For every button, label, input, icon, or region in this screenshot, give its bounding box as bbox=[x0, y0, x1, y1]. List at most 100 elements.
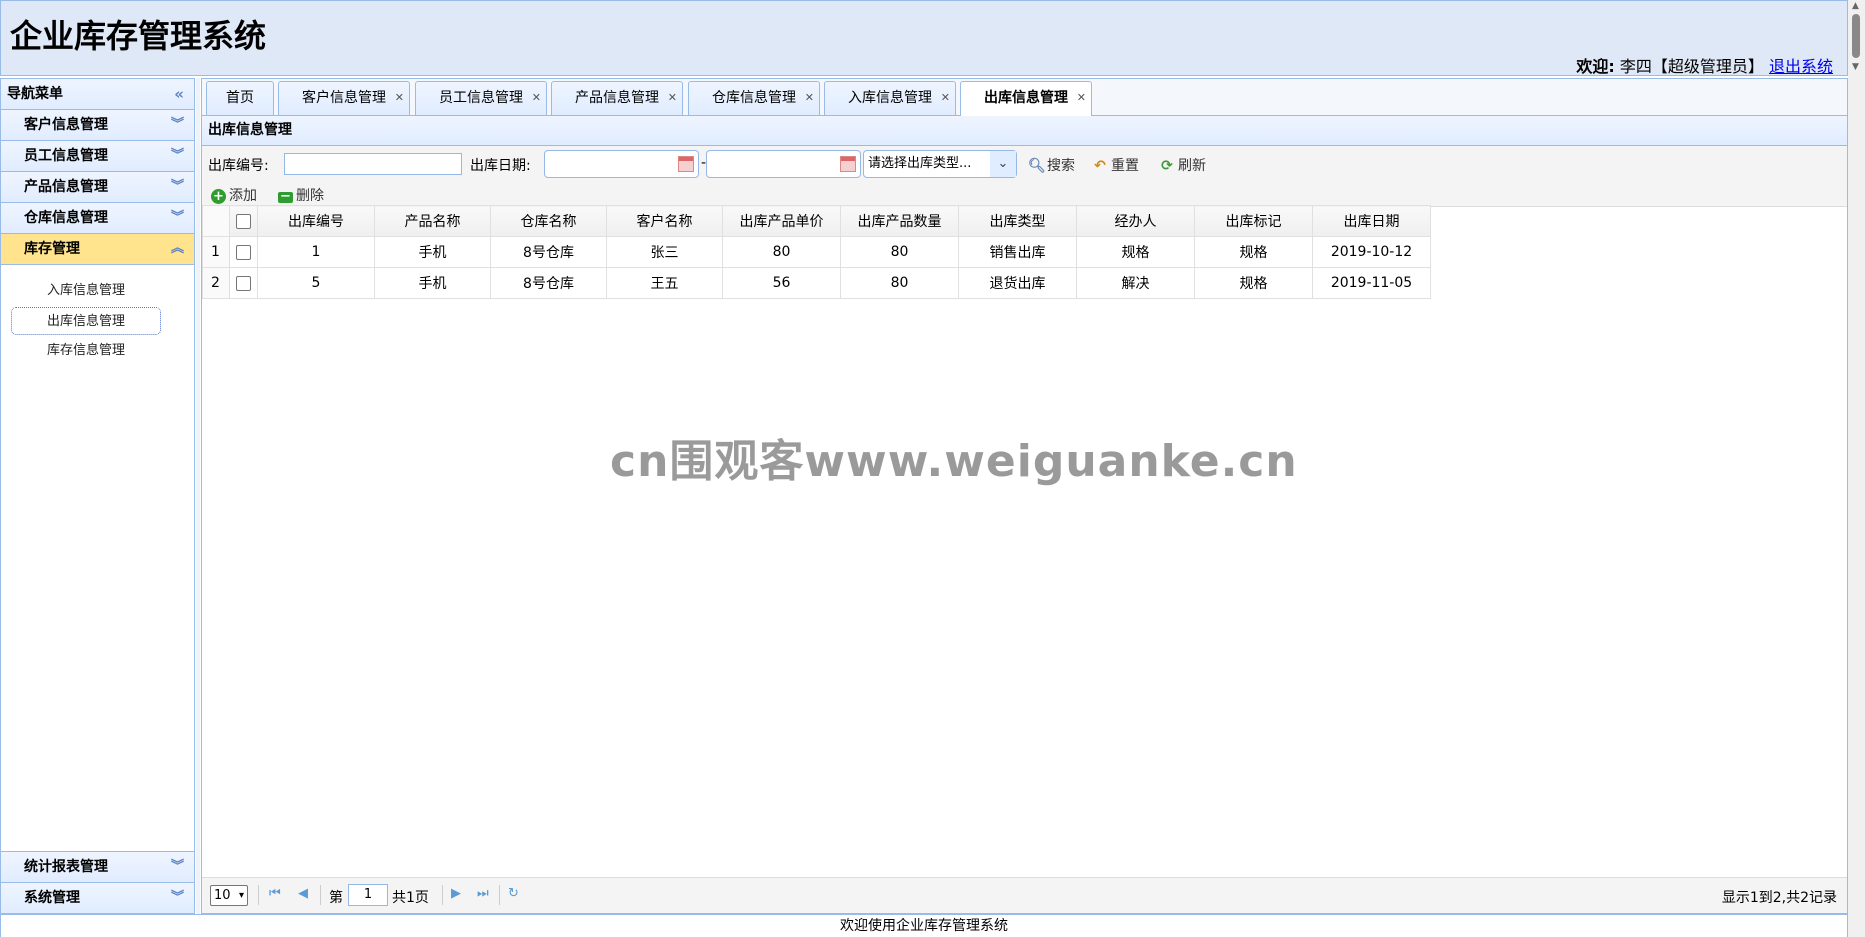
date-to-input[interactable] bbox=[706, 150, 861, 178]
select-all-checkbox[interactable] bbox=[236, 213, 251, 229]
table-cell: 80 bbox=[840, 267, 959, 299]
page-number-input[interactable]: 1 bbox=[348, 884, 388, 906]
inventory-submenu: 入库信息管理 出库信息管理 库存信息管理 bbox=[1, 265, 194, 365]
close-icon[interactable]: ✕ bbox=[668, 82, 677, 114]
sidebar-item-customer[interactable]: 客户信息管理 ︾ bbox=[1, 110, 194, 141]
row-checkbox[interactable] bbox=[236, 244, 251, 260]
outbound-type-select[interactable]: 请选择出库类型... ⌄ bbox=[863, 150, 1017, 178]
column-header[interactable]: 出库日期 bbox=[1312, 205, 1431, 237]
table-cell: 退货出库 bbox=[958, 267, 1077, 299]
chevron-down-icon[interactable]: ⌄ bbox=[990, 151, 1016, 177]
tab-warehouse[interactable]: 仓库信息管理 ✕ bbox=[688, 81, 820, 115]
tab-label: 产品信息管理 bbox=[575, 90, 659, 106]
tab-label: 仓库信息管理 bbox=[712, 90, 796, 106]
tab-label: 出库信息管理 bbox=[984, 90, 1068, 106]
column-header[interactable]: 产品名称 bbox=[374, 205, 491, 237]
row-number-header bbox=[202, 205, 230, 237]
tab-employee[interactable]: 员工信息管理 ✕ bbox=[415, 81, 547, 115]
refresh-button[interactable]: ⟳ 刷新 bbox=[1159, 155, 1206, 175]
column-header[interactable]: 经办人 bbox=[1076, 205, 1195, 237]
add-icon: + bbox=[211, 189, 226, 204]
app-header: 企业库存管理系统 欢迎: 李四【超级管理员】 退出系统 bbox=[0, 0, 1848, 76]
sidebar-item-product[interactable]: 产品信息管理 ︾ bbox=[1, 172, 194, 203]
calendar-icon[interactable] bbox=[678, 156, 694, 172]
table-cell: 张三 bbox=[606, 236, 723, 268]
submenu-item-inbound[interactable]: 入库信息管理 bbox=[11, 277, 161, 305]
outbound-date-label: 出库日期: bbox=[470, 158, 531, 174]
sidebar-item-inventory[interactable]: 库存管理 ︽ bbox=[1, 234, 194, 265]
first-page-icon[interactable]: ⏮ bbox=[269, 886, 281, 901]
remove-icon: − bbox=[278, 190, 293, 203]
tab-product[interactable]: 产品信息管理 ✕ bbox=[551, 81, 683, 115]
scroll-down-icon[interactable]: ▼ bbox=[1852, 62, 1859, 72]
pagination-info: 显示1到2,共2记录 bbox=[1721, 890, 1837, 906]
column-header[interactable]: 出库类型 bbox=[958, 205, 1077, 237]
column-header[interactable]: 出库标记 bbox=[1194, 205, 1313, 237]
sidebar-item-warehouse[interactable]: 仓库信息管理 ︾ bbox=[1, 203, 194, 234]
chevron-double-down-icon: ︾ bbox=[170, 179, 184, 194]
search-icon: 🔍︎ bbox=[1028, 158, 1046, 174]
reset-button[interactable]: ↶ 重置 bbox=[1092, 155, 1139, 175]
undo-icon: ↶ bbox=[1094, 158, 1106, 174]
tab-label: 入库信息管理 bbox=[848, 90, 932, 106]
close-icon[interactable]: ✕ bbox=[395, 82, 404, 114]
logout-link[interactable]: 退出系统 bbox=[1769, 57, 1833, 76]
app-title: 企业库存管理系统 bbox=[10, 17, 267, 55]
delete-button[interactable]: − 删除 bbox=[278, 185, 324, 205]
user-info: 李四【超级管理员】 bbox=[1619, 57, 1764, 76]
next-page-icon[interactable]: ▶ bbox=[451, 886, 461, 901]
table-cell: 2019-11-05 bbox=[1312, 267, 1431, 299]
column-header[interactable]: 客户名称 bbox=[606, 205, 723, 237]
select-all-cell bbox=[229, 205, 258, 237]
window-scrollbar[interactable]: ▲ ▼ bbox=[1848, 0, 1865, 937]
table-cell: 80 bbox=[722, 236, 841, 268]
table-cell: 王五 bbox=[606, 267, 723, 299]
sidebar-title: 导航菜单 bbox=[7, 86, 63, 102]
calendar-icon[interactable] bbox=[840, 156, 856, 172]
tab-label: 首页 bbox=[226, 90, 254, 106]
separator bbox=[499, 885, 500, 905]
column-header[interactable]: 出库编号 bbox=[257, 205, 375, 237]
sidebar-header: 导航菜单 « bbox=[1, 79, 194, 110]
sidebar-item-reports[interactable]: 统计报表管理 ︾ bbox=[1, 851, 194, 883]
tab-home[interactable]: 首页 bbox=[206, 81, 274, 115]
close-icon[interactable]: ✕ bbox=[1077, 82, 1086, 114]
close-icon[interactable]: ✕ bbox=[941, 82, 950, 114]
table-row[interactable]: 1 1 手机 8号仓库 张三 80 80 销售出库 规格 规格 2019-10-… bbox=[202, 236, 1431, 268]
sidebar-item-label: 系统管理 bbox=[24, 890, 80, 906]
reload-icon[interactable]: ↻ bbox=[508, 886, 519, 901]
page-size-select[interactable]: 10 ▾ bbox=[210, 885, 248, 906]
close-icon[interactable]: ✕ bbox=[532, 82, 541, 114]
search-toolbar: 出库编号: 出库日期: - 请选择出库类型... ⌄ 🔍︎搜索 ↶ 重置 ⟳ 刷新 … bbox=[202, 146, 1847, 207]
tab-inbound[interactable]: 入库信息管理 ✕ bbox=[824, 81, 956, 115]
search-button[interactable]: 🔍︎搜索 bbox=[1028, 155, 1075, 175]
prev-page-icon[interactable]: ◀ bbox=[298, 886, 308, 901]
outbound-id-input[interactable] bbox=[284, 153, 462, 175]
close-icon[interactable]: ✕ bbox=[805, 82, 814, 114]
table-cell: 解决 bbox=[1076, 267, 1195, 299]
column-header[interactable]: 仓库名称 bbox=[490, 205, 607, 237]
scroll-thumb[interactable] bbox=[1852, 14, 1860, 58]
sidebar-item-label: 员工信息管理 bbox=[24, 148, 108, 164]
tab-label: 员工信息管理 bbox=[439, 90, 523, 106]
table-cell: 5 bbox=[257, 267, 375, 299]
last-page-icon[interactable]: ⏭ bbox=[477, 886, 489, 901]
tab-customer[interactable]: 客户信息管理 ✕ bbox=[278, 81, 410, 115]
outbound-table: 出库编号 产品名称 仓库名称 客户名称 出库产品单价 出库产品数量 出库类型 经… bbox=[202, 205, 1431, 299]
column-header[interactable]: 出库产品数量 bbox=[840, 205, 959, 237]
sidebar-item-system[interactable]: 系统管理 ︾ bbox=[1, 883, 194, 913]
layout-splitter[interactable] bbox=[196, 78, 200, 914]
refresh-icon: ⟳ bbox=[1161, 158, 1173, 174]
column-header[interactable]: 出库产品单价 bbox=[722, 205, 841, 237]
sidebar-item-employee[interactable]: 员工信息管理 ︾ bbox=[1, 141, 194, 172]
table-row[interactable]: 2 5 手机 8号仓库 王五 56 80 退货出库 解决 规格 2019-11-… bbox=[202, 267, 1431, 299]
tab-outbound[interactable]: 出库信息管理 ✕ bbox=[960, 81, 1092, 116]
submenu-item-stock[interactable]: 库存信息管理 bbox=[11, 337, 161, 365]
add-button[interactable]: + 添加 bbox=[211, 185, 257, 205]
collapse-left-icon[interactable]: « bbox=[174, 79, 184, 109]
row-number: 2 bbox=[202, 267, 230, 299]
date-from-input[interactable] bbox=[544, 150, 699, 178]
submenu-item-outbound[interactable]: 出库信息管理 bbox=[11, 307, 161, 335]
scroll-up-icon[interactable]: ▲ bbox=[1852, 1, 1859, 11]
row-checkbox[interactable] bbox=[236, 275, 251, 291]
